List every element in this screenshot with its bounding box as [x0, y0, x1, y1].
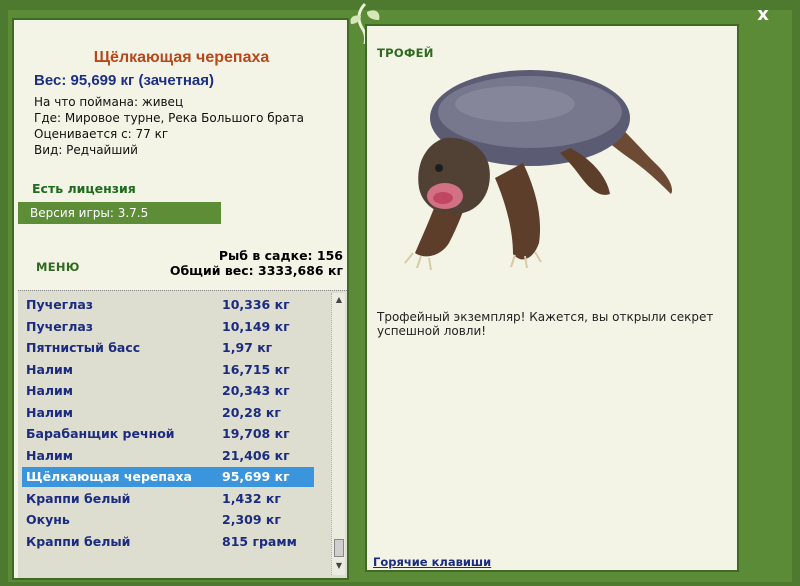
list-item[interactable]: Налим 20,28 кг: [22, 403, 314, 423]
list-item-weight: 20,343 кг: [222, 383, 290, 398]
list-item[interactable]: Налим 20,343 кг: [22, 381, 314, 401]
list-item-name: Налим: [26, 405, 74, 420]
list-item[interactable]: Окунь 2,309 кг: [22, 510, 314, 530]
fish-info-panel: Щёлкающая черепаха Вес: 95,699 кг (зачет…: [12, 18, 349, 580]
hotkeys-link[interactable]: Горячие клавиши: [373, 555, 491, 569]
list-item-weight: 19,708 кг: [222, 426, 290, 441]
info-value: Оценивается с: 77 кг: [34, 127, 169, 141]
list-item-name: Окунь: [26, 512, 70, 527]
scroll-up-icon[interactable]: ▲: [334, 295, 344, 305]
list-item-weight: 21,406 кг: [222, 448, 290, 463]
fish-count: Рыб в садке: 156: [218, 248, 343, 263]
info-rarity: Вид: Редчайший: [34, 143, 138, 157]
list-item-name: Краппи белый: [26, 534, 131, 549]
list-item-name: Краппи белый: [26, 491, 131, 506]
list-scrollbar[interactable]: ▲ ▼: [331, 293, 345, 575]
list-item[interactable]: Барабанщик речной 19,708 кг: [22, 424, 314, 444]
total-weight: Общий вес: 3333,686 кг: [169, 263, 343, 278]
list-item-weight: 10,336 кг: [222, 297, 290, 312]
list-item[interactable]: Краппи белый 815 грамм: [22, 532, 314, 552]
list-item[interactable]: Налим 16,715 кг: [22, 360, 314, 380]
info-location: Где: Мировое турне, Река Большого брата: [34, 111, 304, 125]
list-item[interactable]: Пучеглаз 10,336 кг: [22, 295, 314, 315]
trophy-description: Трофейный экземпляр! Кажется, вы открыли…: [377, 310, 714, 338]
list-item-weight: 2,309 кг: [222, 512, 281, 527]
list-item-name: Налим: [26, 448, 74, 463]
scroll-down-icon[interactable]: ▼: [334, 561, 344, 571]
list-item-weight: 10,149 кг: [222, 319, 290, 334]
keepnet-stats: Рыб в садке: 156 Общий вес: 3333,686 кг: [170, 248, 343, 278]
list-item-weight: 815 грамм: [222, 534, 297, 549]
list-item-name: Барабанщик речной: [26, 426, 175, 441]
list-item-weight: 20,28 кг: [222, 405, 281, 420]
list-item-weight: 1,432 кг: [222, 491, 281, 506]
list-item-name: Пучеглаз: [26, 319, 94, 334]
snapping-turtle-image: [404, 70, 673, 271]
fish-weight: Вес: 95,699 кг (зачетная): [34, 72, 215, 89]
list-item-name: Щёлкающая черепаха: [26, 469, 192, 484]
list-item[interactable]: Пучеглаз 10,149 кг: [22, 317, 314, 337]
list-item[interactable]: Краппи белый 1,432 кг: [22, 489, 314, 509]
fish-title: Щёлкающая черепаха: [93, 49, 270, 66]
list-item-name: Пятнистый басс: [26, 340, 141, 355]
info-bait: На что поймана: живец: [34, 95, 184, 109]
list-item-weight: 95,699 кг: [222, 469, 290, 484]
version-bar: Версия игры: 3.7.5: [18, 202, 221, 224]
trophy-panel: ТРОФЕЙ Трофейный экземпляр! Кажется, вы …: [365, 24, 739, 572]
close-button[interactable]: x: [752, 4, 774, 26]
scroll-thumb[interactable]: [334, 539, 344, 557]
catch-list[interactable]: Пучеглаз 10,336 кг Пучеглаз 10,149 кг Пя…: [18, 290, 347, 578]
list-item-name: Пучеглаз: [26, 297, 94, 312]
list-item-selected[interactable]: Щёлкающая черепаха 95,699 кг: [22, 467, 314, 487]
list-item[interactable]: Налим 21,406 кг: [22, 446, 314, 466]
list-item[interactable]: Пятнистый басс 1,97 кг: [22, 338, 314, 358]
list-item-name: Налим: [26, 362, 74, 377]
list-item-weight: 16,715 кг: [222, 362, 290, 377]
license-status: Есть лицензия: [32, 181, 136, 196]
menu-button[interactable]: МЕНЮ: [36, 260, 80, 274]
list-item-name: Налим: [26, 383, 74, 398]
list-item-weight: 1,97 кг: [222, 340, 273, 355]
